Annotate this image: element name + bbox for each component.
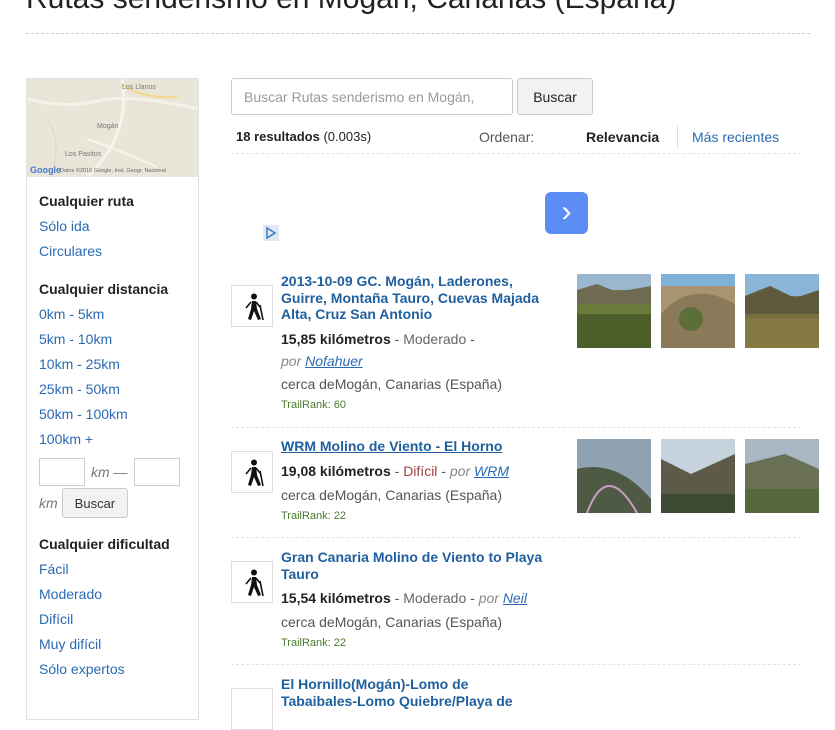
- result-location: cerca deMogán, Canarias (España): [281, 487, 503, 503]
- search-input[interactable]: [231, 78, 513, 115]
- title-divider: [26, 33, 810, 34]
- km-submit-row: km Buscar: [39, 488, 186, 518]
- map-label: Los Pasitos: [65, 151, 102, 158]
- map-label: Los Llanos: [122, 84, 156, 91]
- result-title-link[interactable]: WRM Molino de Viento - El Horno: [281, 438, 546, 455]
- results-count: 18 resultados: [236, 129, 320, 144]
- result-by: por: [449, 463, 471, 479]
- km-min-input[interactable]: [39, 458, 85, 486]
- result-meta: 15,54 kilómetros - Moderado - por Neil: [281, 590, 527, 606]
- result-distance: 15,54 kilómetros: [281, 590, 391, 606]
- result-meta: 19,08 kilómetros - Difícil - por WRM: [281, 463, 509, 479]
- result-photo[interactable]: [577, 439, 651, 513]
- result-author-link[interactable]: Neil: [503, 590, 527, 606]
- search-button[interactable]: Buscar: [517, 78, 593, 115]
- divider: [231, 537, 801, 538]
- route-filter-one-way[interactable]: Sólo ida: [39, 214, 186, 239]
- difficulty-filter-link[interactable]: Fácil: [39, 557, 186, 582]
- results-time: (0.003s): [323, 129, 372, 144]
- km-separator: km —: [91, 464, 128, 480]
- hiker-icon: [231, 451, 273, 493]
- difficulty-filter-link[interactable]: Moderado: [39, 582, 186, 607]
- result-distance: 15,85 kilómetros: [281, 331, 391, 347]
- sort-most-recent[interactable]: Más recientes: [692, 129, 779, 145]
- distance-filter-link[interactable]: 50km - 100km: [39, 402, 186, 427]
- sidebar: Los Llanos Mogán Los Pasitos Google Dato…: [26, 78, 199, 720]
- page-title: Rutas senderismo en Mogán, Canarias (Esp…: [26, 0, 676, 16]
- result-difficulty: Difícil: [403, 463, 438, 479]
- route-filter-heading: Cualquier ruta: [39, 193, 134, 209]
- ad-next-button[interactable]: ›: [545, 192, 588, 234]
- map-label: Mogán: [97, 123, 119, 130]
- sort-relevance[interactable]: Relevancia: [586, 129, 659, 145]
- result-photo[interactable]: [661, 439, 735, 513]
- result-author-link[interactable]: WRM: [474, 463, 509, 479]
- hiker-icon: [231, 285, 273, 327]
- route-filter-circular[interactable]: Circulares: [39, 239, 186, 264]
- distance-filter-link[interactable]: 100km +: [39, 427, 186, 452]
- sort-label: Ordenar:: [479, 129, 535, 145]
- result-location: cerca deMogán, Canarias (España): [281, 614, 503, 630]
- difficulty-filter-link[interactable]: Difícil: [39, 607, 186, 632]
- hiker-icon: [231, 688, 273, 730]
- result-photo[interactable]: [661, 274, 735, 348]
- distance-filter-link[interactable]: 5km - 10km: [39, 327, 186, 352]
- km-unit-label: km: [39, 495, 58, 511]
- result-distance: 19,08 kilómetros: [281, 463, 391, 479]
- map-copyright: Datos ©2016 Google, Inst. Geogr. Naciona…: [60, 168, 166, 174]
- result-author-link[interactable]: Nofahuer: [305, 353, 363, 369]
- result-author-line: por Nofahuer: [281, 353, 363, 369]
- distance-filter-link[interactable]: 10km - 25km: [39, 352, 186, 377]
- result-trailrank: TrailRank: 22: [281, 637, 347, 649]
- difficulty-filter-link[interactable]: Muy difícil: [39, 632, 186, 657]
- result-trailrank: TrailRank: 22: [281, 510, 347, 522]
- result-photo[interactable]: [745, 439, 819, 513]
- result-title-link[interactable]: 2013-10-09 GC. Mogán, Laderones, Guirre,…: [281, 273, 546, 323]
- difficulty-filter-heading: Cualquier dificultad: [39, 536, 170, 552]
- map-thumbnail[interactable]: Los Llanos Mogán Los Pasitos Google Dato…: [27, 79, 198, 177]
- divider: [231, 427, 801, 428]
- result-difficulty: Moderado: [403, 590, 467, 606]
- result-photo[interactable]: [577, 274, 651, 348]
- divider: [231, 664, 801, 665]
- result-by: por: [281, 353, 302, 369]
- distance-filter-link[interactable]: 0km - 5km: [39, 302, 186, 327]
- adchoices-icon[interactable]: [263, 225, 279, 241]
- result-meta: 15,85 kilómetros - Moderado -: [281, 331, 475, 347]
- km-search-button[interactable]: Buscar: [61, 488, 129, 518]
- divider: [231, 153, 801, 154]
- result-title-link[interactable]: El Hornillo(Mogán)-Lomo de Tabaibales-Lo…: [281, 676, 546, 709]
- km-max-input[interactable]: [133, 458, 180, 486]
- result-difficulty: Moderado: [403, 331, 467, 347]
- distance-filter-link[interactable]: 25km - 50km: [39, 377, 186, 402]
- distance-filter-heading: Cualquier distancia: [39, 281, 169, 297]
- result-title-link[interactable]: Gran Canaria Molino de Viento to Playa T…: [281, 549, 546, 582]
- google-logo: Google: [30, 165, 61, 175]
- sort-divider: [677, 126, 678, 148]
- chevron-right-icon: ›: [561, 195, 572, 228]
- result-location: cerca deMogán, Canarias (España): [281, 376, 503, 392]
- result-by: por: [478, 590, 499, 606]
- hiker-icon: [231, 561, 273, 603]
- result-trailrank: TrailRank: 60: [281, 399, 347, 411]
- difficulty-filter-link[interactable]: Sólo expertos: [39, 657, 186, 682]
- km-range-row: km —: [39, 458, 186, 486]
- results-summary: 18 resultados (0.003s): [236, 129, 371, 144]
- result-photo[interactable]: [745, 274, 819, 348]
